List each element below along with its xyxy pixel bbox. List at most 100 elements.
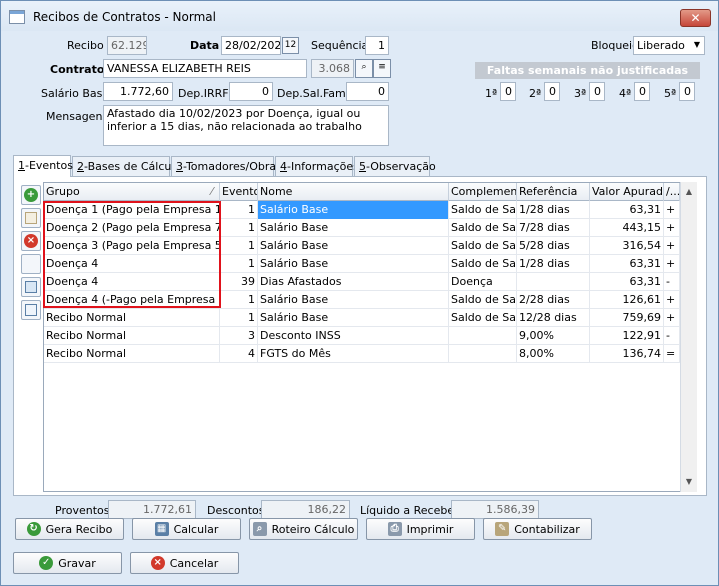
cell-nome: Salário Base (258, 237, 449, 255)
tab-eventos[interactable]: 1-Eventos (13, 155, 73, 177)
highlight-box (43, 201, 221, 308)
tab-informacoes-label: -Informações (287, 160, 359, 173)
table-row[interactable]: Recibo Normal1Salário BaseSaldo de Salá1… (44, 309, 680, 327)
tab-informacoes[interactable]: 4-Informações (275, 156, 359, 176)
week-3-field[interactable]: 0 (589, 82, 605, 101)
scroll-down-icon[interactable]: ▼ (681, 473, 697, 490)
col-nome[interactable]: Nome (258, 183, 449, 201)
gravar-button[interactable]: ✓ Gravar (13, 552, 122, 574)
col-sinal[interactable]: /... (664, 183, 680, 201)
salfam-field[interactable]: 0 (346, 82, 389, 101)
tab-observacao-label: -Observação (366, 160, 436, 173)
contabilizar-button[interactable]: ✎ Contabilizar (483, 518, 592, 540)
col-complemento[interactable]: Complemento (449, 183, 517, 201)
week-5-label: 5ª (664, 87, 677, 100)
table-row[interactable]: Recibo Normal 4 FGTS do Mês 8,00% 136,74 = (44, 345, 680, 363)
blank-button[interactable] (21, 254, 41, 274)
cell-referencia: 7/28 dias (517, 219, 590, 237)
week-5-field[interactable]: 0 (679, 82, 695, 101)
cell-valor: 63,31 (590, 255, 664, 273)
sequencia-label: Sequência (311, 39, 369, 52)
table-row[interactable]: Recibo Normal 3 Desconto INSS 9,00% 122,91- (44, 327, 680, 345)
cell-evento: 3 (220, 327, 258, 345)
tab-observacao[interactable]: 5-Observação (354, 156, 436, 176)
cell-complemento: Saldo de Salá (449, 201, 517, 219)
roteiro-calculo-button[interactable]: ⌕ Roteiro Cálculo (249, 518, 358, 540)
data-label: Data (190, 39, 220, 52)
cell-complemento: Saldo de Salá (449, 255, 517, 273)
week-2-field[interactable]: 0 (544, 82, 560, 101)
salario-label: Salário Base (41, 87, 110, 100)
contrato-label: Contrato (50, 63, 105, 76)
contrato-field[interactable]: VANESSA ELIZABETH REIS (103, 59, 307, 78)
cell-sinal: + (664, 237, 680, 255)
cancelar-button[interactable]: × Cancelar (130, 552, 239, 574)
salario-field[interactable]: 1.772,60 (103, 82, 173, 101)
tab-tomadores-key: 3 (176, 160, 183, 173)
title-bar: Recibos de Contratos - Normal ✕ (1, 1, 718, 31)
imprimir-label: Imprimir (406, 522, 454, 536)
tab-bases-key: 2 (77, 160, 84, 173)
col-referencia[interactable]: Referência (517, 183, 590, 201)
cell-sinal: - (664, 273, 680, 291)
data-field[interactable]: 28/02/2023 (221, 36, 281, 55)
week-2-label: 2ª (529, 87, 542, 100)
proventos-field: 1.772,61 (108, 500, 196, 519)
cell-referencia: 8,00% (517, 345, 590, 363)
cell-referencia: 2/28 dias (517, 291, 590, 309)
imprimir-button[interactable]: ⎙ Imprimir (366, 518, 475, 540)
irrf-field[interactable]: 0 (229, 82, 273, 101)
delete-event-button[interactable]: × (21, 231, 41, 251)
tab-tomadores-obras[interactable]: 3-Tomadores/Obras (171, 156, 282, 176)
cell-sinal: = (664, 345, 680, 363)
cell-nome: Salário Base (258, 219, 449, 237)
col-grupo[interactable]: Grupo ⁄ (44, 183, 220, 201)
cell-evento: 1 (220, 219, 258, 237)
close-button[interactable]: ✕ (680, 9, 711, 27)
week-1-field[interactable]: 0 (500, 82, 516, 101)
scroll-up-icon[interactable]: ▲ (681, 183, 697, 200)
cell-valor: 126,61 (590, 291, 664, 309)
recibo-label: Recibo (67, 39, 104, 52)
cell-evento: 1 (220, 255, 258, 273)
cell-referencia: 1/28 dias (517, 201, 590, 219)
tab-bases-label: -Bases de Cálculo (84, 160, 182, 173)
col-grupo-label: Grupo (46, 185, 80, 198)
col-evento[interactable]: Evento (220, 183, 258, 201)
col-valor-apurado[interactable]: Valor Apurado (590, 183, 664, 201)
add-event-button[interactable]: + (21, 185, 41, 205)
week-4-field[interactable]: 0 (634, 82, 650, 101)
bloqueio-select[interactable]: Liberado ▼ (633, 36, 705, 55)
week-1-label: 1ª (485, 87, 498, 100)
ledger-icon: ✎ (495, 522, 510, 536)
calendar-icon[interactable]: 12 (282, 37, 299, 54)
list-icon[interactable]: ≡ (373, 59, 391, 78)
cell-referencia: 9,00% (517, 327, 590, 345)
window-title: Recibos de Contratos - Normal (33, 10, 216, 24)
gravar-label: Gravar (58, 556, 96, 570)
tab-bases-calculo[interactable]: 2-Bases de Cálculo (72, 156, 181, 176)
cell-evento: 1 (220, 291, 258, 309)
calcular-button[interactable]: ▦ Calcular (132, 518, 241, 540)
cell-complemento: Saldo de Salá (449, 309, 517, 327)
cell-referencia (517, 273, 590, 291)
vertical-scrollbar[interactable]: ▲ ▼ (680, 182, 697, 492)
cell-complemento: Saldo de Salá (449, 237, 517, 255)
notes-button[interactable] (21, 300, 41, 320)
gera-recibo-button[interactable]: ↻ Gera Recibo (15, 518, 124, 540)
irrf-label: Dep.IRRF (178, 87, 229, 100)
sort-icon: ⁄ (211, 185, 213, 198)
mensagens-field[interactable]: Afastado dia 10/02/2023 por Doença, igua… (103, 105, 389, 146)
bloqueio-value: Liberado (637, 39, 685, 52)
calculator-button[interactable] (21, 277, 41, 297)
cell-nome: Salário Base (258, 309, 449, 327)
cell-grupo: Recibo Normal (44, 345, 220, 363)
search-icon[interactable]: ⌕ (355, 59, 373, 78)
calcular-label: Calcular (173, 522, 219, 536)
cell-nome: Salário Base (258, 255, 449, 273)
cell-referencia: 5/28 dias (517, 237, 590, 255)
recibo-field[interactable]: 62.129 (107, 36, 147, 55)
sequencia-field[interactable]: 1 (365, 36, 389, 55)
bloqueio-label: Bloqueio (591, 39, 639, 52)
edit-event-button[interactable] (21, 208, 41, 228)
